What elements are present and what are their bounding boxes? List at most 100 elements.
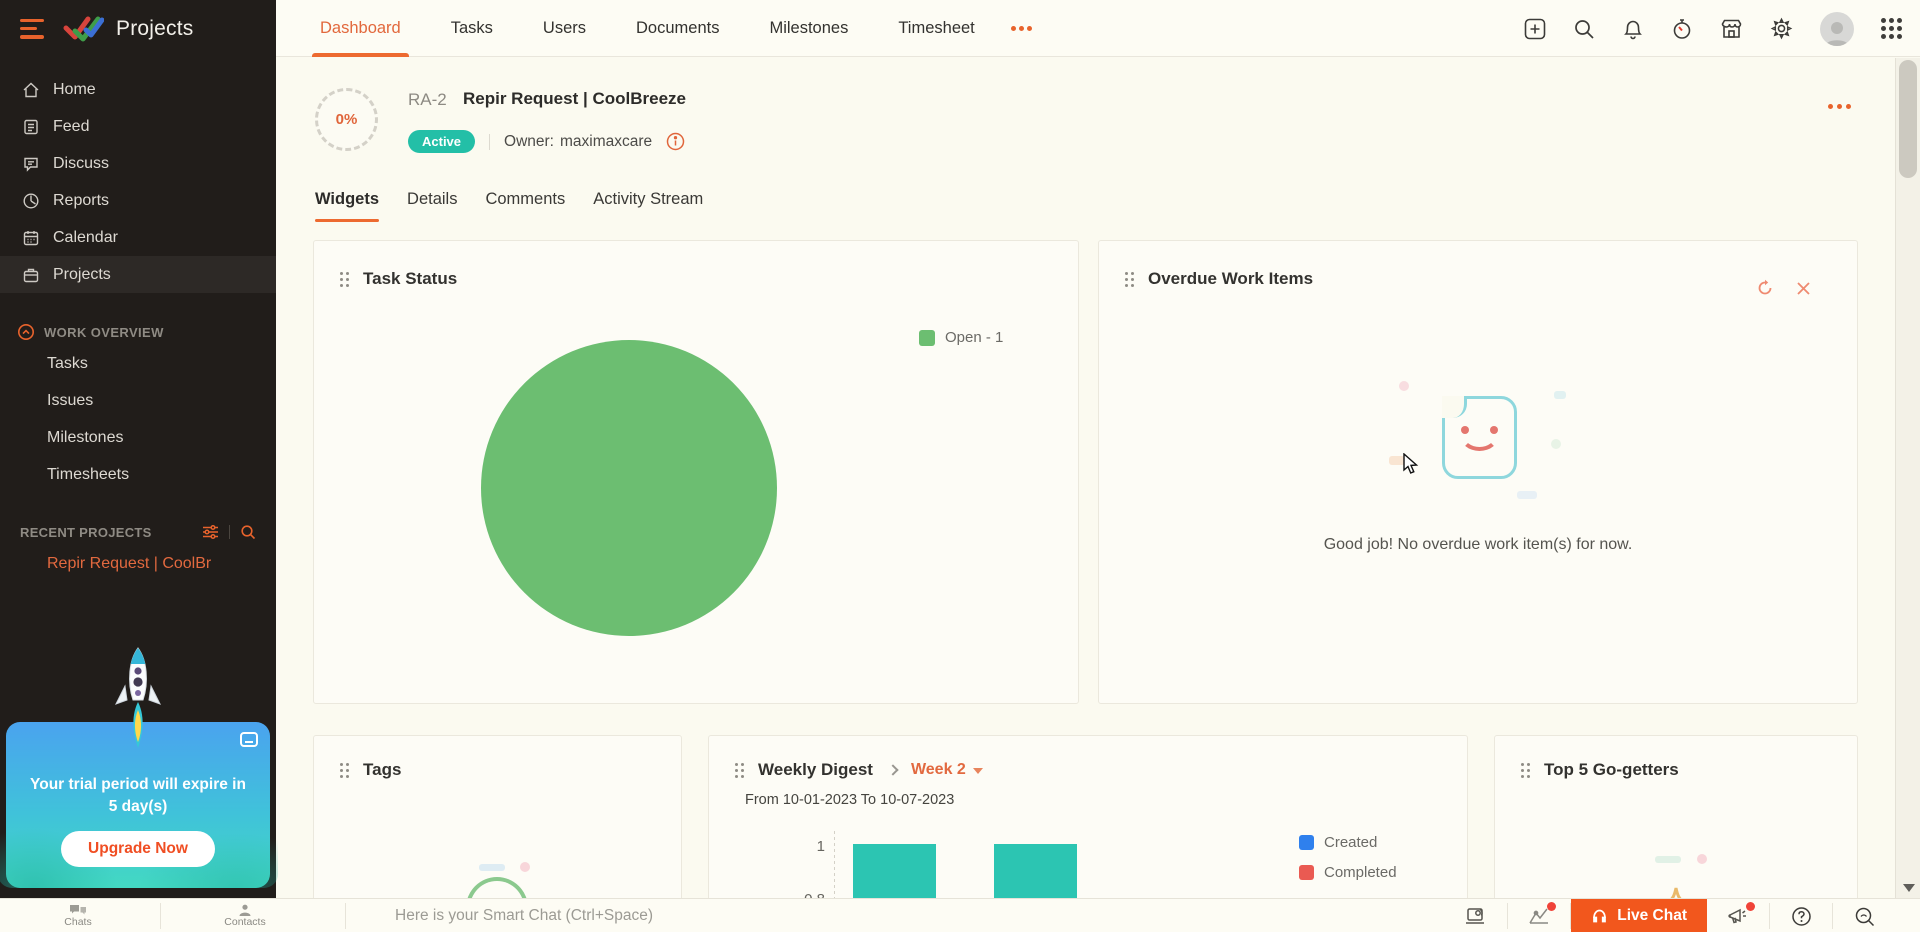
help-icon[interactable] (1770, 899, 1832, 932)
analytics-icon[interactable] (1508, 899, 1570, 932)
top-bar: Projects Dashboard Tasks Users Documents… (0, 0, 1920, 57)
drag-handle-icon[interactable] (340, 272, 349, 287)
confetti-dot (1517, 491, 1537, 499)
pie-legend-open[interactable]: Open - 1 (919, 329, 1003, 346)
sidebar-item-calendar[interactable]: Calendar (0, 219, 276, 256)
bottom-right-tools: Live Chat (1445, 899, 1895, 932)
upgrade-now-button[interactable]: Upgrade Now (61, 831, 215, 867)
tab-timesheet[interactable]: Timesheet (894, 0, 978, 57)
live-chat-button[interactable]: Live Chat (1571, 899, 1707, 932)
tab-tasks[interactable]: Tasks (447, 0, 497, 57)
filter-sliders-icon[interactable] (202, 524, 219, 540)
contacts-shortcut[interactable]: Contacts (215, 899, 275, 932)
live-chat-label: Live Chat (1617, 907, 1687, 925)
confetti-dot (1554, 391, 1566, 399)
project-more-actions-icon[interactable] (1828, 104, 1851, 109)
project-title: Repir Request | CoolBreeze (463, 89, 686, 109)
timer-icon[interactable] (1671, 18, 1693, 40)
remote-assist-icon[interactable] (1445, 899, 1507, 932)
refresh-icon[interactable] (1756, 279, 1774, 297)
tab-widgets[interactable]: Widgets (315, 190, 379, 222)
scrollbar-down-arrow-icon[interactable] (1903, 884, 1915, 892)
sidebar-item-home[interactable]: Home (0, 71, 276, 108)
apps-grid-icon[interactable] (1881, 18, 1902, 39)
task-status-pie-chart[interactable] (481, 340, 777, 636)
sidebar-item-label: Discuss (53, 155, 109, 173)
divider (229, 525, 230, 539)
drag-handle-icon[interactable] (1521, 763, 1530, 778)
sidebar-item-label: Feed (53, 118, 89, 136)
sidebar-item-label: Projects (53, 266, 111, 284)
recent-projects-section: RECENT PROJECTS Repir Request | CoolBr (0, 519, 276, 573)
tab-documents[interactable]: Documents (632, 0, 723, 57)
sidebar-item-reports[interactable]: Reports (0, 182, 276, 219)
notification-dot (1547, 902, 1556, 911)
status-badge[interactable]: Active (408, 130, 475, 153)
work-overview-section: WORK OVERVIEW Tasks Issues Milestones Ti… (0, 319, 276, 493)
marketplace-icon[interactable] (1720, 18, 1743, 40)
sidebar-item-issues[interactable]: Issues (0, 382, 276, 419)
work-overview-header[interactable]: WORK OVERVIEW (0, 319, 276, 345)
week-dropdown[interactable]: Week 2 (911, 761, 983, 779)
widget-header: Weekly Digest Week 2 (735, 760, 983, 780)
tab-comments[interactable]: Comments (485, 190, 565, 222)
trial-message-line2: 5 day(s) (20, 796, 256, 818)
widget-tools (1756, 279, 1811, 297)
legend-completed[interactable]: Completed (1299, 864, 1397, 881)
sidebar-item-projects[interactable]: Projects (0, 256, 276, 293)
legend-created[interactable]: Created (1299, 834, 1397, 851)
search-icon[interactable] (1573, 18, 1595, 40)
chats-shortcut[interactable]: Chats (48, 899, 108, 932)
smart-chat-input[interactable] (350, 899, 1480, 932)
section-title: WORK OVERVIEW (44, 325, 164, 340)
tab-milestones[interactable]: Milestones (765, 0, 852, 57)
digest-bar-1[interactable] (853, 844, 936, 898)
widget-weekly-digest: Weekly Digest Week 2 From 10-01-2023 To … (708, 735, 1468, 898)
digest-bar-2[interactable] (994, 844, 1077, 898)
sidebar-item-timesheets[interactable]: Timesheets (0, 456, 276, 493)
divider (345, 903, 346, 929)
sidebar-item-feed[interactable]: Feed (0, 108, 276, 145)
sidebar-item-label: Reports (53, 192, 109, 210)
project-progress-ring: 0% (315, 88, 378, 151)
drag-handle-icon[interactable] (340, 763, 349, 778)
confetti-dot (479, 864, 505, 871)
more-tabs-icon[interactable] (1011, 26, 1032, 31)
tab-activity-stream[interactable]: Activity Stream (593, 190, 703, 222)
digest-legend: Created Completed (1299, 834, 1397, 894)
sidebar-item-discuss[interactable]: Discuss (0, 145, 276, 182)
drag-handle-icon[interactable] (735, 763, 744, 778)
chevron-right-icon (887, 764, 898, 775)
sidebar-item-label: Home (53, 81, 96, 99)
y-axis-tick: 1 (795, 838, 825, 855)
chats-label: Chats (64, 917, 91, 928)
owner-label: Owner: (504, 133, 554, 151)
user-avatar[interactable] (1820, 12, 1854, 46)
tab-details[interactable]: Details (407, 190, 457, 222)
zia-search-icon[interactable] (1833, 899, 1895, 932)
announcements-megaphone-icon[interactable] (1707, 899, 1769, 932)
notification-dot (1746, 902, 1755, 911)
widget-title: Tags (363, 760, 401, 780)
collapse-section-icon[interactable] (17, 323, 35, 341)
notifications-bell-icon[interactable] (1622, 18, 1644, 40)
settings-gear-icon[interactable] (1770, 17, 1793, 40)
tab-users[interactable]: Users (539, 0, 590, 57)
sidebar-item-milestones[interactable]: Milestones (0, 419, 276, 456)
tab-dashboard[interactable]: Dashboard (316, 0, 405, 57)
trial-banner: Your trial period will expire in 5 day(s… (6, 722, 270, 888)
close-widget-icon[interactable] (1796, 281, 1811, 296)
add-new-icon[interactable] (1524, 18, 1546, 40)
drag-handle-icon[interactable] (1125, 272, 1134, 287)
overdue-empty-message: Good job! No overdue work item(s) for no… (1099, 536, 1857, 554)
scrollbar-thumb[interactable] (1899, 60, 1917, 178)
project-search-icon[interactable] (240, 524, 256, 540)
info-icon[interactable] (666, 132, 685, 151)
brand-title: Projects (116, 17, 193, 41)
sidebar-item-tasks[interactable]: Tasks (0, 345, 276, 382)
widget-task-status: Task Status Open - 1 (313, 240, 1079, 704)
minimize-banner-icon[interactable] (240, 732, 258, 747)
page-scrollbar[interactable] (1895, 58, 1920, 898)
hamburger-menu-icon[interactable] (20, 19, 46, 39)
recent-project-link[interactable]: Repir Request | CoolBr (0, 555, 270, 573)
